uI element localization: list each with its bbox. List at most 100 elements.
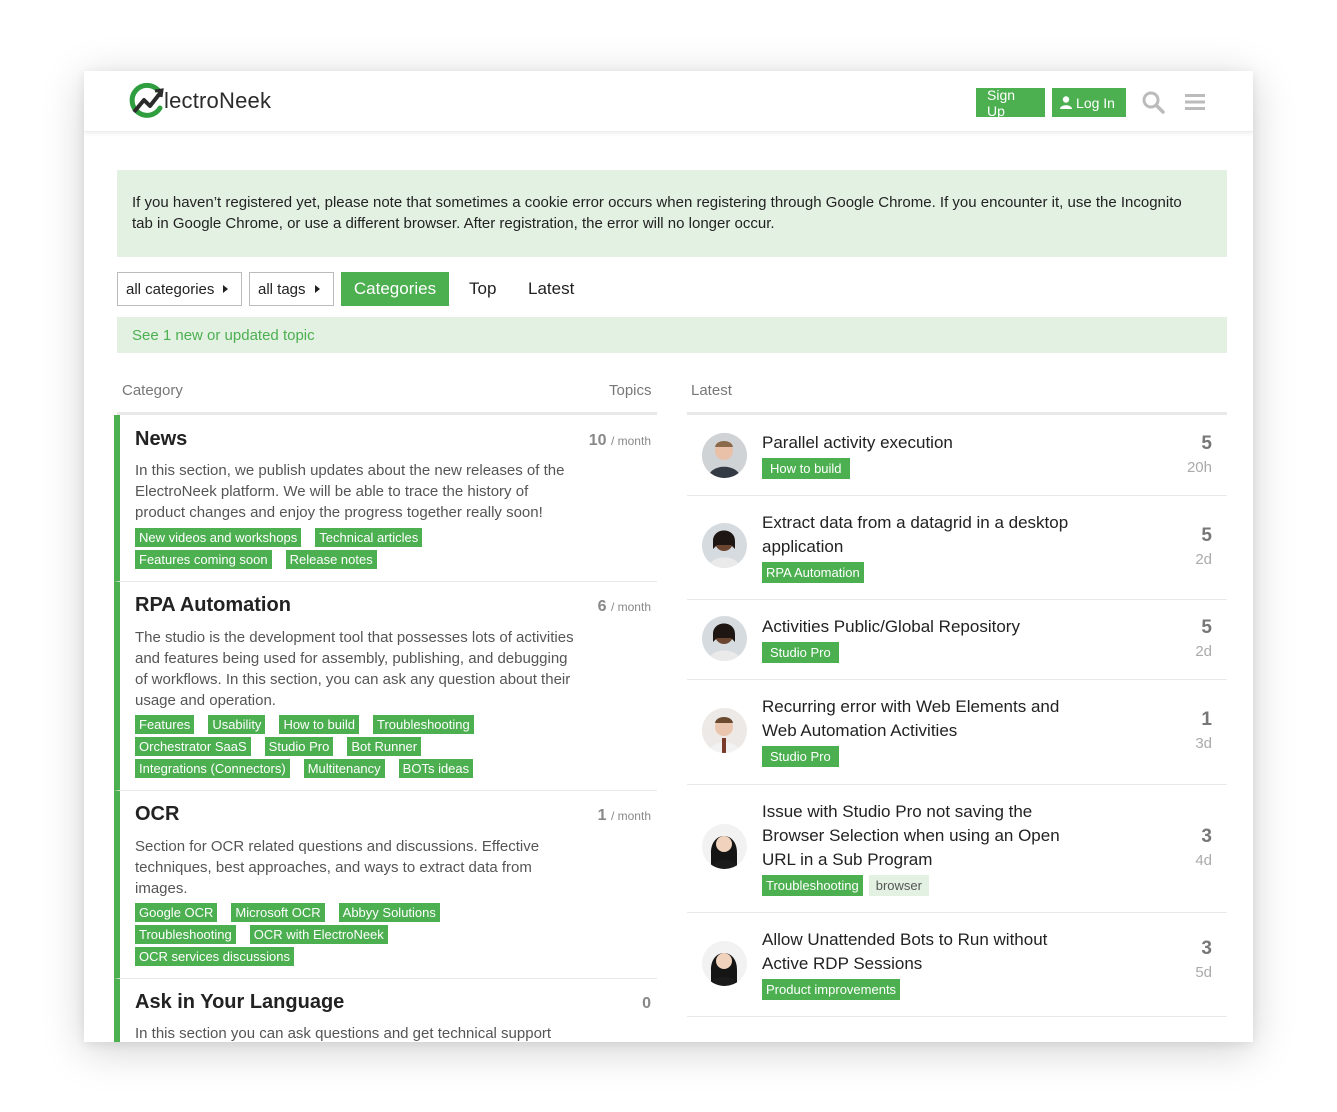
tag[interactable]: Troubleshooting (762, 875, 863, 896)
avatar[interactable] (702, 523, 747, 568)
activity-age[interactable]: 5d (1195, 964, 1212, 981)
topic-count-value: 1 (597, 807, 607, 824)
tag[interactable]: Features coming soon (135, 550, 272, 569)
tag-row: Features coming soon Release notes (135, 550, 391, 569)
site-logo[interactable]: lectroNeek (128, 81, 271, 121)
reply-count: 3 (1201, 826, 1212, 847)
tab-latest[interactable]: Latest (528, 272, 574, 306)
activity-age[interactable]: 4d (1195, 852, 1212, 869)
tag-row: Integrations (Connectors) Multitenancy B… (135, 759, 487, 778)
tag[interactable]: Multitenancy (303, 759, 385, 778)
category-description: In this section, we publish updates abou… (135, 462, 565, 521)
category-row-rpa-automation[interactable]: RPA Automation 6 / month The studio is t… (114, 582, 657, 791)
tag[interactable]: New videos and workshops (135, 528, 302, 547)
tag[interactable]: Studio Pro (762, 746, 839, 767)
tag[interactable]: Features (135, 715, 195, 734)
tag[interactable]: Orchestrator SaaS (135, 737, 251, 756)
log-in-button[interactable]: Log In (1052, 88, 1126, 117)
topic-title[interactable]: Allow Unattended Bots to Run without Act… (762, 928, 1092, 976)
topic-row[interactable]: Activities Public/Global Repository Stud… (687, 599, 1227, 680)
activity-age[interactable]: 2d (1195, 643, 1212, 660)
activity-age[interactable]: 3d (1195, 735, 1212, 752)
browser-window: lectroNeek Sign Up Log In If you haven’t… (84, 71, 1253, 1042)
categories-dropdown[interactable]: all categories (117, 272, 242, 306)
navigation-bar: all categories all tags Categories Top L… (117, 272, 817, 306)
activity-age[interactable]: 20h (1187, 459, 1212, 476)
avatar[interactable] (702, 616, 747, 661)
tag-browser[interactable]: browser (868, 875, 929, 896)
tag[interactable]: Integrations (Connectors) (135, 759, 290, 778)
tag[interactable]: Microsoft OCR (231, 903, 325, 922)
avatar[interactable] (702, 824, 747, 869)
tag[interactable]: How to build (279, 715, 359, 734)
tag[interactable]: Product improvements (762, 979, 901, 1000)
tag[interactable]: Troubleshooting (372, 715, 474, 734)
tag[interactable]: Usability (208, 715, 266, 734)
topic-count: 1 / month (598, 807, 651, 825)
topic-row[interactable]: Allow Unattended Bots to Run without Act… (687, 912, 1227, 1017)
search-icon[interactable] (1141, 90, 1165, 114)
avatar[interactable] (702, 941, 747, 986)
category-title[interactable]: RPA Automation (135, 594, 291, 617)
site-header: lectroNeek Sign Up Log In (84, 71, 1253, 132)
topic-row[interactable]: Parallel activity execution How to build… (687, 415, 1227, 496)
tab-categories[interactable]: Categories (341, 272, 449, 306)
tag[interactable]: How to build (762, 458, 850, 479)
tag-row: Features Usability How to build Troubles… (135, 715, 488, 734)
category-column-header: Category (122, 382, 183, 399)
tag-row: Google OCR Microsoft OCR Abbyy Solutions (135, 903, 454, 922)
category-description: Section for OCR related questions and di… (135, 838, 540, 897)
tag[interactable]: BOTs ideas (398, 759, 474, 778)
topic-tags: Studio Pro (762, 746, 845, 767)
tag[interactable]: OCR services discussions (135, 947, 294, 966)
topic-count: 10 / month (589, 432, 651, 450)
tag[interactable]: Studio Pro (762, 642, 839, 663)
tab-top[interactable]: Top (469, 272, 496, 306)
tags-dropdown[interactable]: all tags (249, 272, 334, 306)
topic-tags: Product improvements (762, 979, 906, 1000)
tag[interactable]: Troubleshooting (135, 925, 236, 944)
category-row-ask-in-your-language[interactable]: Ask in Your Language 0 In this section y… (114, 979, 657, 1042)
topic-row[interactable]: Issue with Studio Pro not saving the Bro… (687, 784, 1227, 913)
tag[interactable]: Bot Runner (347, 737, 422, 756)
activity-age[interactable]: 2d (1195, 551, 1212, 568)
registration-notice-banner: If you haven’t registered yet, please no… (117, 170, 1227, 257)
category-title[interactable]: News (135, 428, 187, 451)
caret-right-icon (314, 285, 320, 293)
tag[interactable]: Release notes (285, 550, 377, 569)
topics-column-header: Topics (609, 382, 652, 399)
topic-title[interactable]: Activities Public/Global Repository (762, 615, 1092, 639)
tag[interactable]: Technical articles (315, 528, 423, 547)
topic-row[interactable]: Recurring error with Web Elements and We… (687, 679, 1227, 785)
category-title[interactable]: OCR (135, 803, 179, 826)
category-list: News 10 / month In this section, we publ… (114, 415, 657, 1042)
sign-up-button[interactable]: Sign Up (976, 87, 1045, 119)
new-topics-bar[interactable]: See 1 new or updated topic (117, 317, 1227, 353)
reply-count: 3 (1201, 938, 1212, 959)
reply-count: 1 (1201, 709, 1212, 730)
tag[interactable]: RPA Automation (762, 562, 864, 583)
latest-topics-list: Parallel activity execution How to build… (687, 415, 1227, 1042)
topic-title[interactable]: Parallel activity execution (762, 431, 1092, 455)
tag[interactable]: Google OCR (135, 903, 218, 922)
logo-text: lectroNeek (164, 88, 272, 113)
tag-row: Troubleshooting OCR with ElectroNeek (135, 925, 402, 944)
tag-row: OCR services discussions (135, 947, 308, 966)
topic-row[interactable]: Extract data from a datagrid in a deskto… (687, 495, 1227, 600)
topic-title[interactable]: Recurring error with Web Elements and We… (762, 695, 1092, 743)
category-row-news[interactable]: News 10 / month In this section, we publ… (114, 415, 657, 582)
hamburger-menu-icon[interactable] (1183, 90, 1207, 114)
topic-tags: How to build (762, 458, 856, 479)
category-title[interactable]: Ask in Your Language (135, 991, 344, 1014)
tag[interactable]: Studio Pro (264, 737, 334, 756)
tag[interactable]: Abbyy Solutions (338, 903, 440, 922)
topic-title[interactable]: Issue with Studio Pro not saving the Bro… (762, 800, 1092, 872)
topic-count-value: 6 (597, 598, 607, 615)
category-description: The studio is the development tool that … (135, 629, 574, 709)
category-row-ocr[interactable]: OCR 1 / month Section for OCR related qu… (114, 791, 657, 979)
avatar[interactable] (702, 708, 747, 753)
tag[interactable]: OCR with ElectroNeek (249, 925, 388, 944)
topic-title[interactable]: Extract data from a datagrid in a deskto… (762, 511, 1092, 559)
topic-count: 0 (642, 995, 651, 1013)
avatar[interactable] (702, 433, 747, 478)
